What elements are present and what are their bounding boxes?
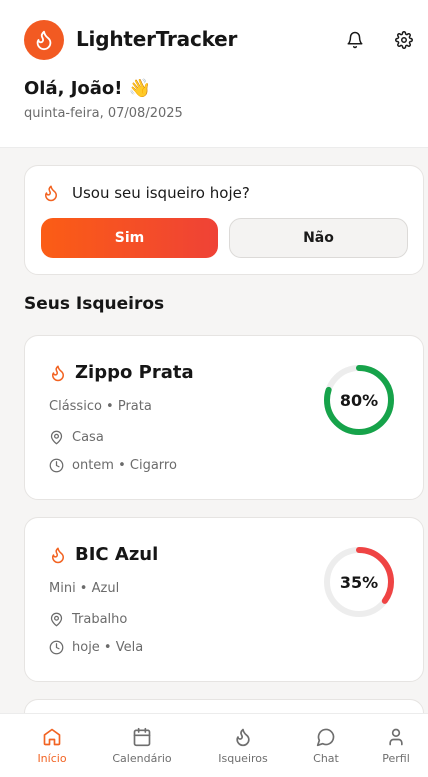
waving-hand-icon: 👋 [128, 78, 151, 99]
tab-label: Isqueiros [218, 752, 268, 765]
clock-icon [49, 640, 64, 655]
lighter-last-use: ontem • Cigarro [49, 458, 177, 473]
home-icon [43, 728, 61, 746]
clock-icon [49, 458, 64, 473]
fuel-level-label: 80% [339, 390, 379, 410]
greeting-text: Olá, João! [24, 78, 123, 99]
tab-inicio[interactable]: Início [22, 714, 82, 777]
lighter-location: Trabalho [49, 612, 127, 627]
tab-chat[interactable]: Chat [301, 714, 351, 777]
bottom-tab-bar: Início Calendário Isqueiros Chat Perfil [0, 713, 428, 777]
lighter-type: Clássico • Prata [49, 399, 152, 414]
flame-icon [52, 547, 64, 563]
flame-icon [52, 365, 64, 381]
lighter-name-text: Zippo Prata [75, 362, 194, 383]
lighter-last-use-text: ontem • Cigarro [72, 458, 177, 473]
daily-question: Usou seu isqueiro hoje? [42, 184, 250, 202]
tab-label: Início [37, 752, 67, 765]
lighter-name: Zippo Prata [49, 362, 194, 383]
tab-perfil[interactable]: Perfil [372, 714, 420, 777]
lighter-location-text: Trabalho [72, 612, 128, 627]
tab-label: Perfil [382, 752, 410, 765]
app-logo [24, 20, 64, 60]
no-button[interactable]: Não [229, 218, 408, 258]
yes-button[interactable]: Sim [41, 218, 218, 258]
lighter-last-use: hoje • Vela [49, 640, 143, 655]
fuel-level-label: 35% [339, 572, 379, 592]
gear-icon[interactable] [393, 29, 415, 51]
lighter-name: BIC Azul [49, 544, 158, 565]
lighter-card[interactable]: BIC Azul Mini • Azul Trabalho hoje • Vel… [24, 517, 424, 682]
lighter-location: Casa [49, 430, 104, 445]
daily-usage-card: Usou seu isqueiro hoje? Sim Não [24, 165, 424, 275]
map-pin-icon [50, 430, 63, 445]
app-header: LighterTracker Olá, João! 👋 quinta-feira… [0, 0, 428, 148]
tab-calendario[interactable]: Calendário [102, 714, 182, 777]
lighter-name-text: BIC Azul [75, 544, 159, 565]
app-title: LighterTracker [76, 27, 238, 51]
chat-icon [316, 728, 335, 747]
tab-label: Calendário [112, 752, 172, 765]
tab-label: Chat [313, 752, 339, 765]
map-pin-icon [50, 612, 63, 627]
lighter-location-text: Casa [72, 430, 104, 445]
daily-question-text: Usou seu isqueiro hoje? [72, 184, 250, 202]
tab-isqueiros[interactable]: Isqueiros [208, 714, 278, 777]
bell-icon[interactable] [344, 29, 366, 51]
user-icon [389, 728, 403, 746]
flame-icon [236, 728, 250, 747]
greeting: Olá, João! 👋 [24, 78, 151, 99]
flame-icon [36, 30, 52, 51]
section-title: Seus Isqueiros [24, 294, 165, 314]
calendar-icon [133, 727, 151, 747]
lighter-last-use-text: hoje • Vela [72, 640, 144, 655]
current-date: quinta-feira, 07/08/2025 [24, 106, 183, 121]
flame-icon [45, 185, 57, 202]
lighter-card[interactable]: Zippo Prata Clássico • Prata Casa ontem … [24, 335, 424, 500]
lighter-type: Mini • Azul [49, 581, 120, 596]
